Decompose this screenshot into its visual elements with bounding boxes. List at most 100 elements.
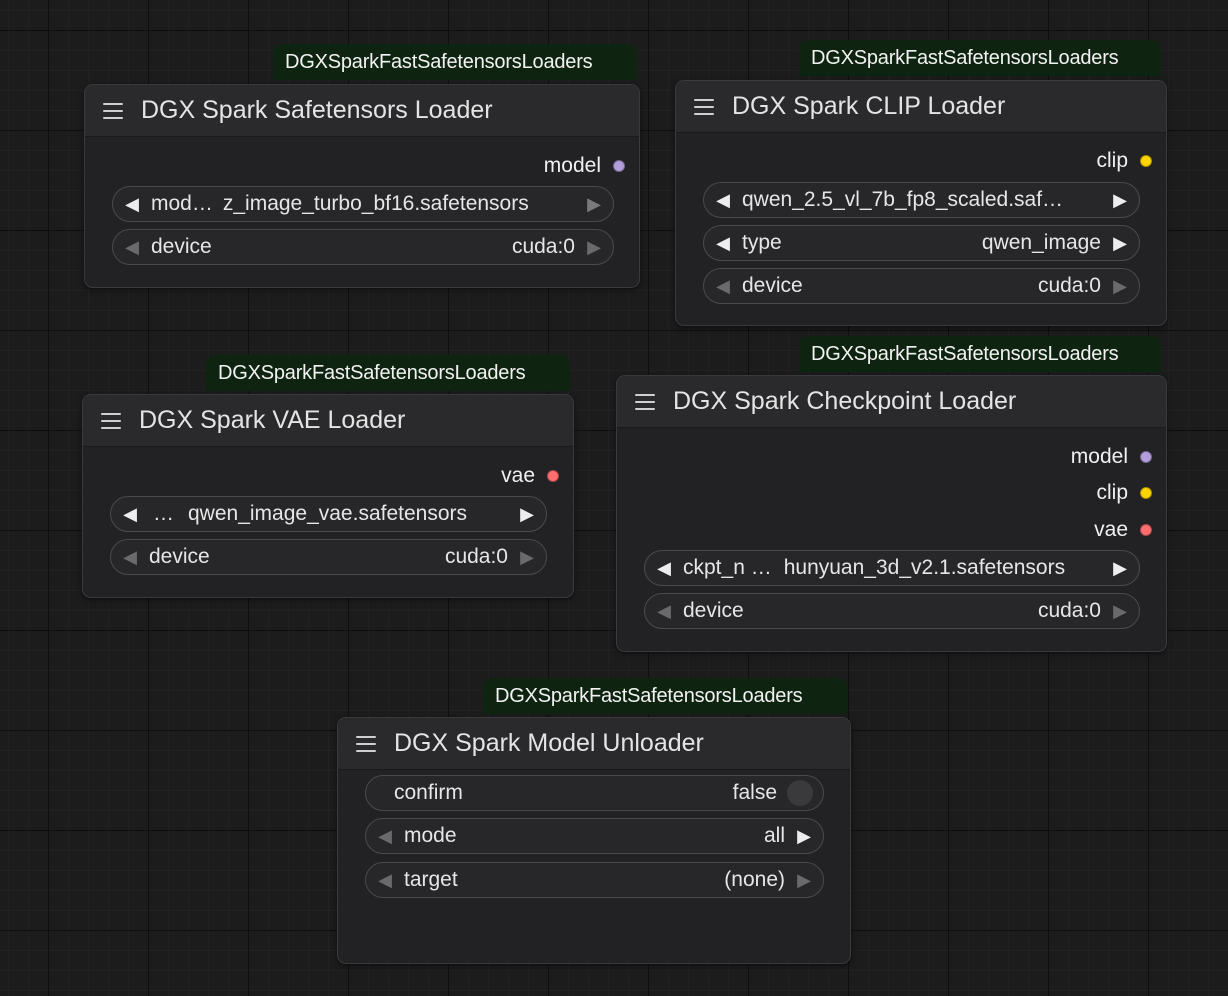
widget-label: type (742, 231, 782, 254)
widget-value: cuda:0 (444, 545, 508, 568)
widget-label: mode (404, 824, 457, 847)
output-label: clip (1096, 149, 1128, 172)
widget-label: confirm (394, 781, 463, 804)
widget-label: ckpt_n … (683, 556, 772, 579)
node-title: DGX Spark Checkpoint Loader (673, 387, 1017, 415)
widget-value: qwen_image (981, 231, 1101, 254)
widget-value: qwen_image_vae.safetensors (188, 502, 468, 525)
decrement-arrow-icon[interactable]: ◀ (111, 504, 149, 525)
widget-value: all (763, 824, 785, 847)
device-combo[interactable]: ◀ device cuda:0 ▶ (110, 539, 547, 575)
node-title-bar[interactable]: DGX Spark Checkpoint Loader (617, 376, 1166, 428)
node-category-badge: DGXSparkFastSafetensorsLoaders (206, 355, 570, 391)
output-slot-dot[interactable] (1140, 487, 1152, 499)
menu-icon[interactable] (635, 393, 655, 410)
increment-arrow-icon[interactable]: ▶ (575, 194, 613, 215)
output-slot-dot[interactable] (547, 470, 559, 482)
widget-value: cuda:0 (511, 235, 575, 258)
decrement-arrow-icon[interactable]: ◀ (366, 826, 404, 847)
output-slot-dot[interactable] (613, 160, 625, 172)
widget-label: device (683, 599, 744, 622)
decrement-arrow-icon[interactable]: ◀ (111, 547, 149, 568)
node-title-bar[interactable]: DGX Spark Model Unloader (338, 718, 850, 770)
decrement-arrow-icon[interactable]: ◀ (704, 276, 742, 297)
decrement-arrow-icon[interactable]: ◀ (113, 194, 151, 215)
decrement-arrow-icon[interactable]: ◀ (704, 190, 742, 211)
node-title: DGX Spark CLIP Loader (732, 92, 1006, 120)
increment-arrow-icon[interactable]: ▶ (1101, 190, 1139, 211)
node-category-badge: DGXSparkFastSafetensorsLoaders (483, 678, 847, 714)
node-title: DGX Spark VAE Loader (139, 406, 406, 434)
node-title-bar[interactable]: DGX Spark CLIP Loader (676, 81, 1166, 133)
widget-value: false (732, 781, 777, 804)
node-title-bar[interactable]: DGX Spark VAE Loader (83, 395, 573, 447)
widget-label: target (404, 868, 458, 891)
widget-label: device (742, 274, 803, 297)
decrement-arrow-icon[interactable]: ◀ (645, 601, 683, 622)
widget-label: device (151, 235, 212, 258)
mode-combo[interactable]: ◀ mode all ▶ (365, 818, 824, 854)
output-model[interactable]: model (544, 153, 625, 179)
increment-arrow-icon[interactable]: ▶ (508, 504, 546, 525)
increment-arrow-icon[interactable]: ▶ (1101, 276, 1139, 297)
widget-value: (none) (724, 868, 785, 891)
output-clip[interactable]: clip (1096, 148, 1152, 174)
safetensors-loader-node[interactable]: DGX Spark Safetensors Loader model ◀ mod… (84, 84, 640, 288)
widget-value: z_image_turbo_bf16.safetensors (222, 192, 529, 215)
node-title: DGX Spark Model Unloader (394, 729, 704, 757)
widget-label: mod… (151, 192, 213, 215)
device-combo[interactable]: ◀ device cuda:0 ▶ (703, 268, 1140, 304)
increment-arrow-icon[interactable]: ▶ (1101, 601, 1139, 622)
model-name-combo[interactable]: ◀ mod… z_image_turbo_bf16.safetensors ▶ (112, 186, 614, 222)
increment-arrow-icon[interactable]: ▶ (508, 547, 546, 568)
output-label: model (1070, 445, 1128, 468)
widget-value: qwen_2.5_vl_7b_fp8_scaled.saf… (742, 188, 1064, 211)
output-vae[interactable]: vae (1094, 517, 1152, 543)
node-category-badge: DGXSparkFastSafetensorsLoaders (799, 40, 1161, 76)
output-slot-dot[interactable] (1140, 524, 1152, 536)
ckpt-name-combo[interactable]: ◀ ckpt_n … hunyuan_3d_v2.1.safetensors ▶ (644, 550, 1140, 586)
output-label: clip (1096, 481, 1128, 504)
checkpoint-loader-node[interactable]: DGX Spark Checkpoint Loader model clip v… (616, 375, 1167, 652)
vae-name-combo[interactable]: ◀ … qwen_image_vae.safetensors ▶ (110, 496, 547, 532)
decrement-arrow-icon[interactable]: ◀ (113, 237, 151, 258)
output-slot-dot[interactable] (1140, 155, 1152, 167)
widget-value: cuda:0 (1037, 274, 1101, 297)
output-model[interactable]: model (1071, 444, 1152, 470)
widget-value: cuda:0 (1037, 599, 1101, 622)
widget-label: device (149, 545, 210, 568)
output-slot-dot[interactable] (1140, 451, 1152, 463)
menu-icon[interactable] (694, 98, 714, 115)
toggle-knob[interactable] (787, 780, 813, 806)
node-category-badge: DGXSparkFastSafetensorsLoaders (273, 44, 637, 80)
increment-arrow-icon[interactable]: ▶ (575, 237, 613, 258)
increment-arrow-icon[interactable]: ▶ (1101, 233, 1139, 254)
confirm-toggle[interactable]: confirm false (365, 775, 824, 811)
increment-arrow-icon[interactable]: ▶ (785, 826, 823, 847)
device-combo[interactable]: ◀ device cuda:0 ▶ (112, 229, 614, 265)
output-label: vae (501, 464, 535, 487)
increment-arrow-icon[interactable]: ▶ (1101, 558, 1139, 579)
output-label: model (543, 154, 601, 177)
decrement-arrow-icon[interactable]: ◀ (704, 233, 742, 254)
clip-loader-node[interactable]: DGX Spark CLIP Loader clip ◀ qwen_2.5_vl… (675, 80, 1167, 326)
vae-loader-node[interactable]: DGX Spark VAE Loader vae ◀ … qwen_image_… (82, 394, 574, 598)
widget-label: … (153, 502, 174, 525)
decrement-arrow-icon[interactable]: ◀ (645, 558, 683, 579)
menu-icon[interactable] (103, 102, 123, 119)
output-label: vae (1094, 518, 1128, 541)
menu-icon[interactable] (356, 735, 376, 752)
clip-name-combo[interactable]: ◀ qwen_2.5_vl_7b_fp8_scaled.saf… ▶ (703, 182, 1140, 218)
node-title-bar[interactable]: DGX Spark Safetensors Loader (85, 85, 639, 137)
menu-icon[interactable] (101, 412, 121, 429)
node-category-badge: DGXSparkFastSafetensorsLoaders (799, 336, 1161, 372)
decrement-arrow-icon[interactable]: ◀ (366, 870, 404, 891)
device-combo[interactable]: ◀ device cuda:0 ▶ (644, 593, 1140, 629)
type-combo[interactable]: ◀ type qwen_image ▶ (703, 225, 1140, 261)
output-clip[interactable]: clip (1096, 480, 1152, 506)
output-vae[interactable]: vae (501, 463, 559, 489)
increment-arrow-icon[interactable]: ▶ (785, 870, 823, 891)
model-unloader-node[interactable]: DGX Spark Model Unloader confirm false ◀… (337, 717, 851, 964)
target-combo[interactable]: ◀ target (none) ▶ (365, 862, 824, 898)
widget-value: hunyuan_3d_v2.1.safetensors (783, 556, 1066, 579)
